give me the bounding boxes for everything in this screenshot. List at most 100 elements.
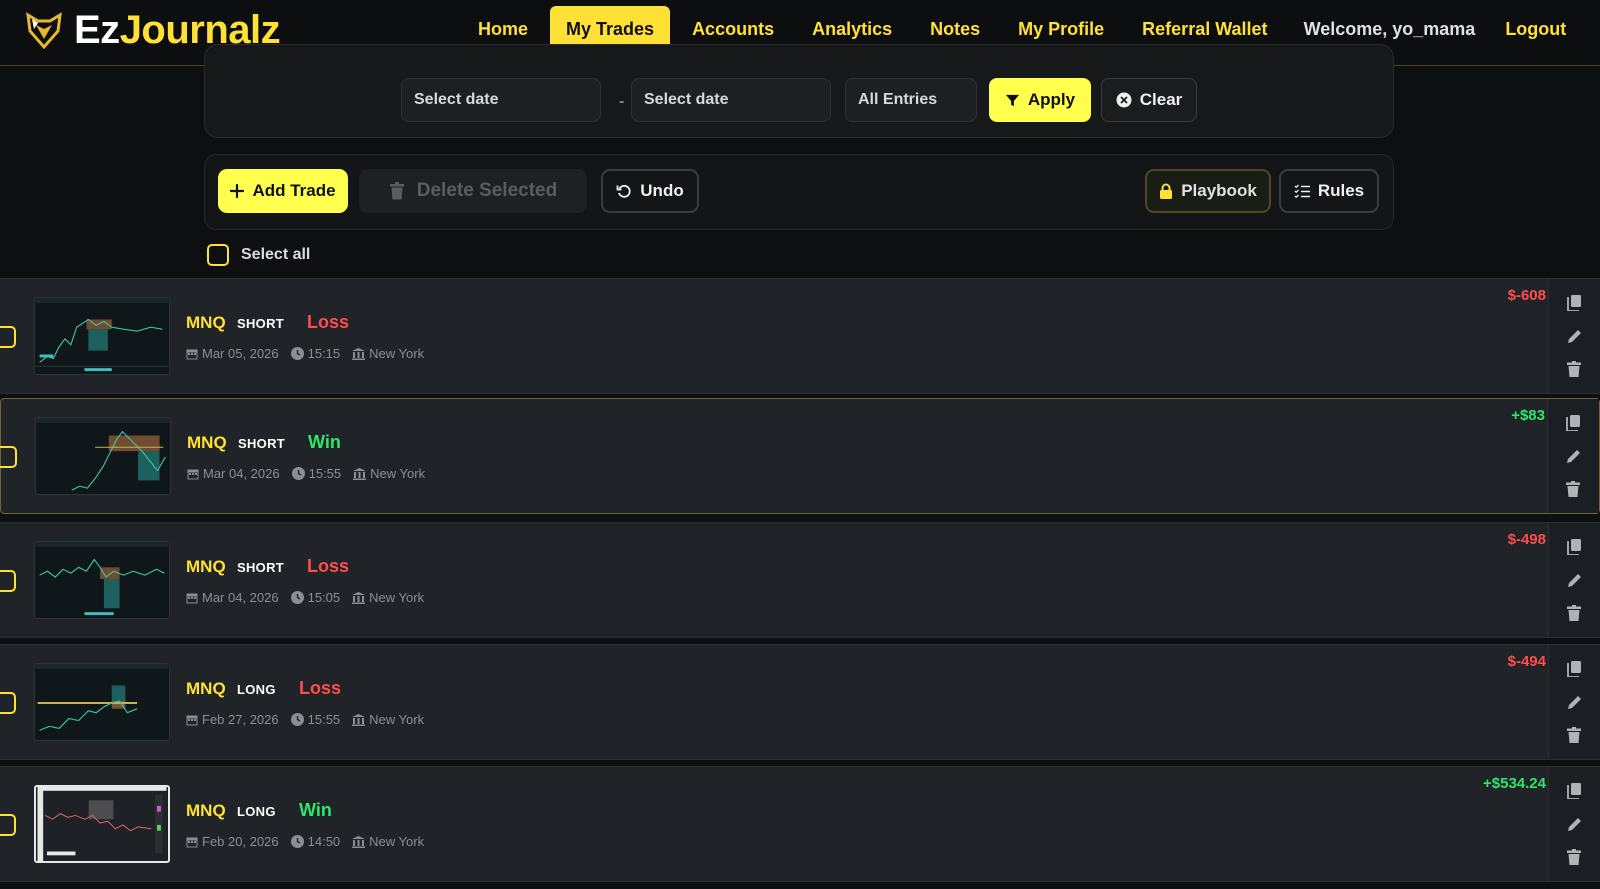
trade-select-checkbox[interactable] [0, 692, 16, 714]
trade-result: Loss [307, 556, 350, 576]
copy-icon[interactable] [1567, 661, 1583, 677]
trade-direction: LONG [237, 804, 276, 819]
start-date-input[interactable]: Select date [401, 78, 601, 122]
delete-trash-icon[interactable] [1566, 481, 1582, 497]
welcome-text: Welcome, yo_mama [1303, 18, 1476, 39]
edit-pencil-icon[interactable] [1567, 572, 1583, 588]
trade-session: New York [370, 466, 426, 481]
trade-row[interactable]: MNQ SHORT Win Mar 04, 2026 15:55 New Yor… [0, 398, 1600, 514]
copy-icon[interactable] [1567, 295, 1583, 311]
apply-label: Apply [1027, 90, 1076, 109]
trade-time: 15:55 [308, 466, 342, 481]
chart-thumbnail-image [35, 664, 169, 731]
trade-chart-thumbnail[interactable] [34, 785, 170, 863]
delete-selected-label: Delete Selected [416, 180, 558, 201]
trade-time: 14:50 [307, 834, 341, 849]
delete-trash-icon[interactable] [1567, 849, 1583, 865]
delete-trash-icon[interactable] [1567, 605, 1583, 621]
calendar-icon [187, 468, 199, 480]
trade-row[interactable]: MNQ LONG Win Feb 20, 2026 14:50 New York… [0, 766, 1600, 882]
trade-actions [1548, 279, 1600, 393]
bank-icon [353, 467, 367, 480]
trade-date: Feb 27, 2026 [202, 712, 279, 727]
end-date-input[interactable]: Select date [631, 78, 831, 122]
trade-date: Mar 05, 2026 [202, 346, 279, 361]
trade-actions [1548, 645, 1600, 759]
trash-icon [389, 182, 405, 200]
clock-icon [290, 835, 304, 848]
edit-pencil-icon[interactable] [1567, 816, 1583, 832]
delete-trash-icon[interactable] [1567, 361, 1583, 377]
checklist-icon [1294, 184, 1310, 198]
trade-actions [1548, 767, 1600, 881]
trade-meta: Mar 04, 2026 15:05 New York [186, 590, 424, 605]
brand-name-ez: Ez [74, 8, 120, 52]
undo-button[interactable]: Undo [601, 169, 699, 213]
trade-symbol: MNQ [186, 801, 226, 820]
trade-result: Win [299, 800, 332, 820]
entries-select[interactable]: All Entries [845, 78, 977, 122]
trade-symbol: MNQ [187, 433, 227, 452]
delete-selected-button[interactable]: Delete Selected [359, 169, 587, 213]
trade-row[interactable]: MNQ LONG Loss Feb 27, 2026 15:55 New Yor… [0, 644, 1600, 760]
trade-meta: Feb 20, 2026 14:50 New York [186, 834, 424, 849]
rules-button[interactable]: Rules [1279, 169, 1379, 213]
bank-icon [352, 347, 366, 360]
trade-result: Loss [299, 678, 342, 698]
chart-thumbnail-image [35, 542, 169, 616]
select-all-checkbox[interactable] [207, 244, 229, 266]
add-trade-button[interactable]: Add Trade [218, 169, 348, 213]
calendar-icon [186, 348, 198, 360]
select-all[interactable]: Select all [207, 244, 310, 266]
add-trade-label: Add Trade [252, 181, 336, 200]
trade-pnl: +$534.24 [1483, 775, 1546, 792]
trade-symbol: MNQ [186, 679, 226, 698]
trade-chart-thumbnail[interactable] [35, 417, 171, 495]
clear-filter-button[interactable]: Clear [1101, 78, 1197, 122]
trade-actions [1548, 523, 1600, 637]
copy-icon[interactable] [1567, 783, 1583, 799]
trade-row[interactable]: MNQ SHORT Loss Mar 04, 2026 15:05 New Yo… [0, 522, 1600, 638]
trade-session: New York [369, 590, 425, 605]
bank-icon [352, 713, 366, 726]
delete-trash-icon[interactable] [1567, 727, 1583, 743]
trade-chart-thumbnail[interactable] [34, 541, 170, 619]
edit-pencil-icon[interactable] [1567, 694, 1583, 710]
copy-icon[interactable] [1566, 415, 1582, 431]
trade-time: 15:55 [307, 712, 341, 727]
fox-logo-icon [26, 12, 62, 50]
trade-pnl: $-494 [1507, 653, 1546, 670]
trade-meta: Mar 04, 2026 15:55 New York [187, 466, 425, 481]
calendar-icon [186, 714, 198, 726]
trade-date: Mar 04, 2026 [202, 590, 279, 605]
nav-logout[interactable]: Logout [1489, 6, 1582, 52]
filter-icon [1005, 93, 1020, 108]
trade-chart-thumbnail[interactable] [34, 663, 170, 741]
trade-session: New York [369, 346, 425, 361]
trade-select-checkbox[interactable] [0, 570, 16, 592]
trade-result: Win [308, 432, 341, 452]
trade-meta: Mar 05, 2026 15:15 New York [186, 346, 424, 361]
trade-direction: SHORT [237, 316, 284, 331]
trade-session: New York [369, 834, 425, 849]
trade-row[interactable]: MNQ SHORT Loss Mar 05, 2026 15:15 New Yo… [0, 278, 1600, 394]
trade-date: Feb 20, 2026 [202, 834, 279, 849]
clock-icon [290, 347, 304, 360]
rules-label: Rules [1317, 181, 1365, 200]
trade-direction: SHORT [237, 560, 284, 575]
trade-pnl: +$83 [1511, 407, 1545, 424]
trade-select-checkbox[interactable] [0, 446, 17, 468]
playbook-label: Playbook [1181, 181, 1257, 200]
trade-select-checkbox[interactable] [0, 326, 16, 348]
edit-pencil-icon[interactable] [1567, 328, 1583, 344]
trade-select-checkbox[interactable] [0, 814, 16, 836]
apply-filter-button[interactable]: Apply [989, 78, 1091, 122]
trade-time: 15:15 [307, 346, 341, 361]
trade-chart-thumbnail[interactable] [34, 297, 170, 375]
edit-pencil-icon[interactable] [1566, 448, 1582, 464]
close-circle-icon [1116, 92, 1132, 108]
copy-icon[interactable] [1567, 539, 1583, 555]
clock-icon [290, 713, 304, 726]
clock-icon [291, 467, 305, 480]
playbook-button[interactable]: Playbook [1145, 169, 1271, 213]
